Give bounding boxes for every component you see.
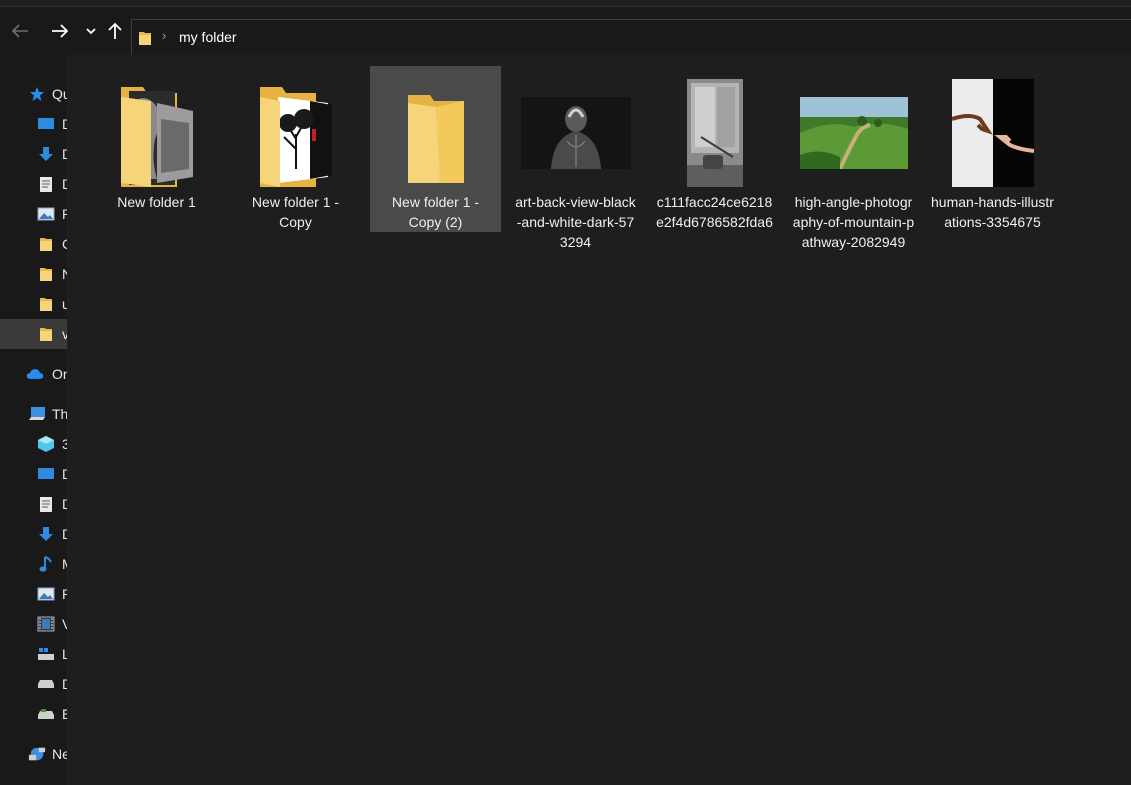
chevron-down-icon[interactable] xyxy=(80,19,102,43)
documents-icon xyxy=(37,175,55,193)
file-item-image[interactable]: human-hands-illustrations-3354675 xyxy=(927,66,1058,246)
sidebar-item-quick-access[interactable]: Qu xyxy=(0,79,67,109)
navigation-pane: Qu D D D P C N u v On Th 3 xyxy=(0,55,68,785)
up-arrow-icon[interactable] xyxy=(104,19,126,43)
local-disk-icon xyxy=(37,645,55,663)
videos-icon xyxy=(37,615,55,633)
file-item-image[interactable]: art-back-view-black-and-white-dark-57329… xyxy=(510,66,641,250)
desktop-icon xyxy=(37,115,55,133)
downloads-icon xyxy=(37,145,55,163)
folder-icon xyxy=(37,295,55,313)
sidebar-item-drive-d[interactable]: D xyxy=(0,669,67,699)
sidebar-item-folder-u[interactable]: u xyxy=(0,289,67,319)
folder-icon xyxy=(370,74,501,192)
file-list-view: New folder 1 New folder 1 - Copy New fol… xyxy=(69,55,1131,785)
file-item-image[interactable]: high-angle-photography-of-mountain-pathw… xyxy=(788,66,919,250)
sidebar-item-documents-pc[interactable]: D xyxy=(0,489,67,519)
forward-arrow-icon[interactable] xyxy=(49,19,71,43)
sidebar-item-drive-e[interactable]: E xyxy=(0,699,67,729)
drive-icon xyxy=(37,705,55,723)
3d-objects-icon xyxy=(37,435,55,453)
navigation-bar: › my folder xyxy=(0,7,1131,57)
pictures-icon xyxy=(37,585,55,603)
address-bar[interactable]: › my folder xyxy=(131,19,1131,57)
file-item-folder-selected[interactable]: New folder 1 - Copy (2) xyxy=(370,66,501,232)
desktop-icon xyxy=(37,465,55,483)
sidebar-item-local-disk[interactable]: L xyxy=(0,639,67,669)
file-item-image[interactable]: c111facc24ce6218e2f4d6786582fda6 xyxy=(649,66,780,246)
pc-icon xyxy=(28,405,46,423)
sidebar-item-videos[interactable]: V xyxy=(0,609,67,639)
music-icon xyxy=(37,555,55,573)
image-thumbnail xyxy=(510,74,641,192)
sidebar-item-desktop-pc[interactable]: D xyxy=(0,459,67,489)
sidebar-item-music[interactable]: M xyxy=(0,549,67,579)
breadcrumb-current[interactable]: my folder xyxy=(179,29,237,45)
sidebar-item-downloads-pc[interactable]: D xyxy=(0,519,67,549)
drive-icon xyxy=(37,675,55,693)
folder-icon xyxy=(37,265,55,283)
downloads-icon xyxy=(37,525,55,543)
sidebar-item-documents[interactable]: D xyxy=(0,169,67,199)
title-strip xyxy=(0,0,1131,7)
sidebar-item-pictures-pc[interactable]: P xyxy=(0,579,67,609)
breadcrumb-separator[interactable]: › xyxy=(162,28,166,43)
star-icon xyxy=(28,85,46,103)
cloud-icon xyxy=(26,365,44,383)
pictures-icon xyxy=(37,205,55,223)
sidebar-item-3d-objects[interactable]: 3 xyxy=(0,429,67,459)
folder-icon xyxy=(37,325,55,343)
network-icon xyxy=(28,745,46,763)
image-thumbnail xyxy=(788,74,919,192)
sidebar-item-onedrive[interactable]: On xyxy=(0,359,67,389)
folder-icon xyxy=(138,30,152,49)
sidebar-item-desktop[interactable]: D xyxy=(0,109,67,139)
sidebar-item-this-pc[interactable]: Th xyxy=(0,399,67,429)
file-item-folder[interactable]: New folder 1 xyxy=(91,66,222,246)
sidebar-item-pictures[interactable]: P xyxy=(0,199,67,229)
image-thumbnail xyxy=(927,74,1058,192)
sidebar-item-downloads[interactable]: D xyxy=(0,139,67,169)
folder-icon xyxy=(230,74,361,192)
image-thumbnail xyxy=(649,74,780,192)
sidebar-item-folder-n[interactable]: N xyxy=(0,259,67,289)
folder-icon xyxy=(37,235,55,253)
sidebar-item-folder-c[interactable]: C xyxy=(0,229,67,259)
documents-icon xyxy=(37,495,55,513)
file-item-folder[interactable]: New folder 1 - Copy xyxy=(230,66,361,246)
back-arrow-icon[interactable] xyxy=(9,19,31,43)
folder-icon xyxy=(91,74,222,192)
sidebar-item-network[interactable]: Ne xyxy=(0,739,67,769)
sidebar-item-folder-v[interactable]: v xyxy=(0,319,67,349)
